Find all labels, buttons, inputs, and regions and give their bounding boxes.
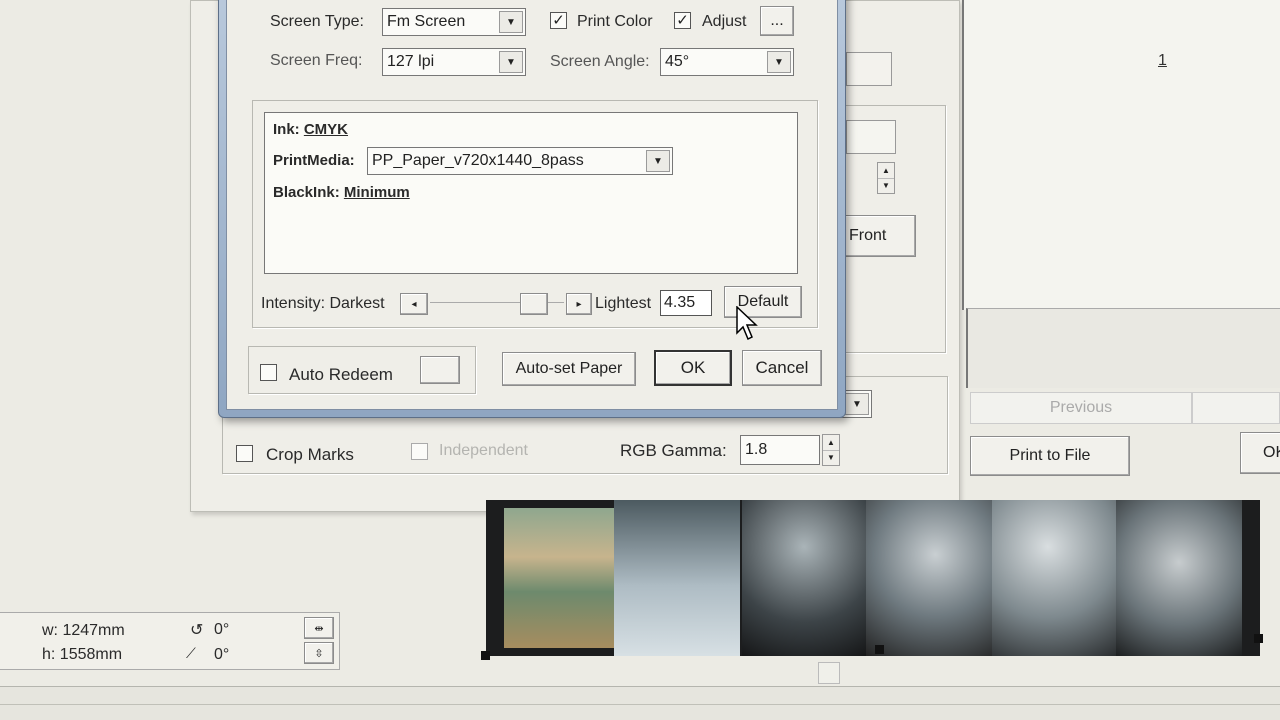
fit-width-icon[interactable]: ⇹ [304, 617, 334, 639]
print-media-label: PrintMedia: [273, 152, 355, 169]
photo-frame-6 [1116, 500, 1242, 656]
screen-freq-select[interactable]: 127 lpi ▼ [382, 48, 526, 76]
rgb-gamma-field[interactable]: 1.8 [740, 435, 820, 465]
mouse-cursor-icon [736, 306, 758, 341]
crop-marks-checkbox[interactable] [236, 445, 253, 462]
auto-set-paper-button[interactable]: Auto-set Paper [502, 352, 636, 386]
front-button[interactable]: Front [842, 215, 916, 257]
ok-button-partial[interactable]: OK [1240, 432, 1280, 474]
rgb-gamma-label: RGB Gamma: [620, 441, 727, 460]
chevron-down-icon: ▼ [646, 150, 670, 172]
previous-button: Previous [970, 392, 1192, 424]
adjust-checkbox[interactable]: ✓ [674, 12, 691, 29]
cancel-button[interactable]: Cancel [742, 350, 822, 386]
print-color-checkbox[interactable]: ✓ [550, 12, 567, 29]
preview-lower-frame [966, 308, 1280, 388]
independent-checkbox [411, 443, 428, 460]
page-number: 1 [1158, 52, 1167, 69]
skew-icon: ⟋ [186, 645, 196, 661]
screen-freq-value: 127 lpi [387, 53, 435, 70]
photo-frame-5 [992, 500, 1116, 656]
screen-type-value: Fm Screen [387, 13, 466, 30]
photo-frame-1 [504, 508, 614, 648]
print-to-file-button[interactable]: Print to File [970, 436, 1130, 476]
screen-type-label: Screen Type: [270, 13, 364, 30]
bg-field-top [846, 52, 892, 86]
next-button-placeholder [1192, 392, 1280, 424]
black-ink-value[interactable]: Minimum [344, 184, 410, 201]
intensity-slider-thumb[interactable] [520, 293, 548, 315]
screen-angle-label: Screen Angle: [550, 53, 650, 70]
auto-redeem-label: Auto Redeem [289, 365, 393, 384]
width-readout: w: 1247mm [42, 622, 125, 639]
auto-redeem-options-button[interactable] [420, 356, 460, 384]
fit-height-icon[interactable]: ⇳ [304, 642, 334, 664]
intensity-input[interactable]: 4.35 [660, 290, 712, 316]
screen-angle-value: 45° [665, 53, 690, 70]
selection-handle[interactable] [481, 651, 490, 660]
rotate-icon: ↺ [190, 622, 204, 639]
photo-frame-3 [742, 500, 866, 656]
chevron-down-icon: ▼ [499, 11, 523, 33]
bg-field [846, 120, 896, 154]
adjust-label: Adjust [702, 13, 747, 30]
print-media-value: PP_Paper_v720x1440_8pass [372, 152, 584, 169]
height-readout: h: 1558mm [42, 646, 123, 663]
selection-handle[interactable] [1254, 634, 1263, 643]
ink-label: Ink: CMYK [273, 121, 349, 138]
screen-angle-select[interactable]: 45° ▼ [660, 48, 794, 76]
crop-marks-label: Crop Marks [266, 445, 354, 464]
screen-freq-label: Screen Freq: [270, 52, 363, 69]
preview-panel [962, 0, 1280, 310]
rgb-gamma-spinner[interactable]: ▲ ▼ [822, 434, 840, 466]
print-media-select[interactable]: PP_Paper_v720x1440_8pass ▼ [367, 147, 673, 175]
independent-label: Independent [439, 442, 528, 459]
rotation-readout: 0° [214, 621, 230, 638]
selection-handle-center[interactable] [818, 662, 840, 684]
ink-value: CMYK [303, 121, 349, 138]
status-bar [0, 686, 1280, 720]
photo-frame-4 [866, 500, 992, 656]
auto-redeem-checkbox[interactable] [260, 364, 277, 381]
selection-handle[interactable] [875, 645, 884, 654]
adjust-ellipsis-button[interactable]: ... [760, 6, 794, 36]
status-bar-divider [0, 704, 1280, 705]
intensity-left-arrow[interactable]: ◂ [400, 293, 428, 315]
chevron-down-icon: ▼ [499, 51, 523, 73]
black-ink-label: BlackInk: Minimum [273, 184, 410, 201]
intensity-label: Intensity: Darkest [261, 295, 385, 312]
photo-frame-2 [614, 500, 740, 656]
intensity-right-arrow[interactable]: ▸ [566, 293, 592, 315]
chevron-down-icon: ▼ [767, 51, 791, 73]
ok-button[interactable]: OK [654, 350, 732, 386]
bg-spinner[interactable]: ▲ ▼ [877, 162, 895, 194]
image-preview[interactable] [486, 500, 1260, 656]
print-color-label: Print Color [577, 13, 653, 30]
screen-type-select[interactable]: Fm Screen ▼ [382, 8, 526, 36]
skew-readout: 0° [214, 646, 230, 663]
lightest-label: Lightest [595, 295, 652, 312]
